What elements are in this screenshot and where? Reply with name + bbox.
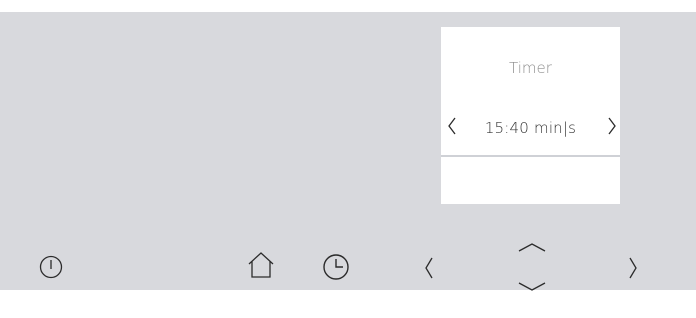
chevron-right-icon xyxy=(608,117,616,135)
display-title: Timer xyxy=(509,59,552,77)
chevron-up-icon xyxy=(518,243,546,252)
chevron-down-icon xyxy=(518,282,546,291)
nav-left-button[interactable] xyxy=(420,255,438,281)
clock-icon xyxy=(323,254,349,280)
timer-value: 15:40 min|s xyxy=(484,119,577,137)
power-icon xyxy=(39,255,63,279)
nav-down-button[interactable] xyxy=(516,278,548,296)
display-divider xyxy=(441,155,620,157)
nav-right-button[interactable] xyxy=(624,255,642,281)
display-screen: Timer 15:40 min|s xyxy=(441,27,620,204)
display-next-button[interactable] xyxy=(605,115,619,137)
control-panel: Timer 15:40 min|s xyxy=(0,12,696,291)
nav-up-button[interactable] xyxy=(516,238,548,256)
chevron-right-icon xyxy=(629,257,637,279)
power-button[interactable] xyxy=(38,254,64,280)
home-button[interactable] xyxy=(246,250,276,280)
chevron-left-icon xyxy=(425,257,433,279)
home-icon xyxy=(248,252,274,278)
timer-button[interactable] xyxy=(321,252,351,282)
